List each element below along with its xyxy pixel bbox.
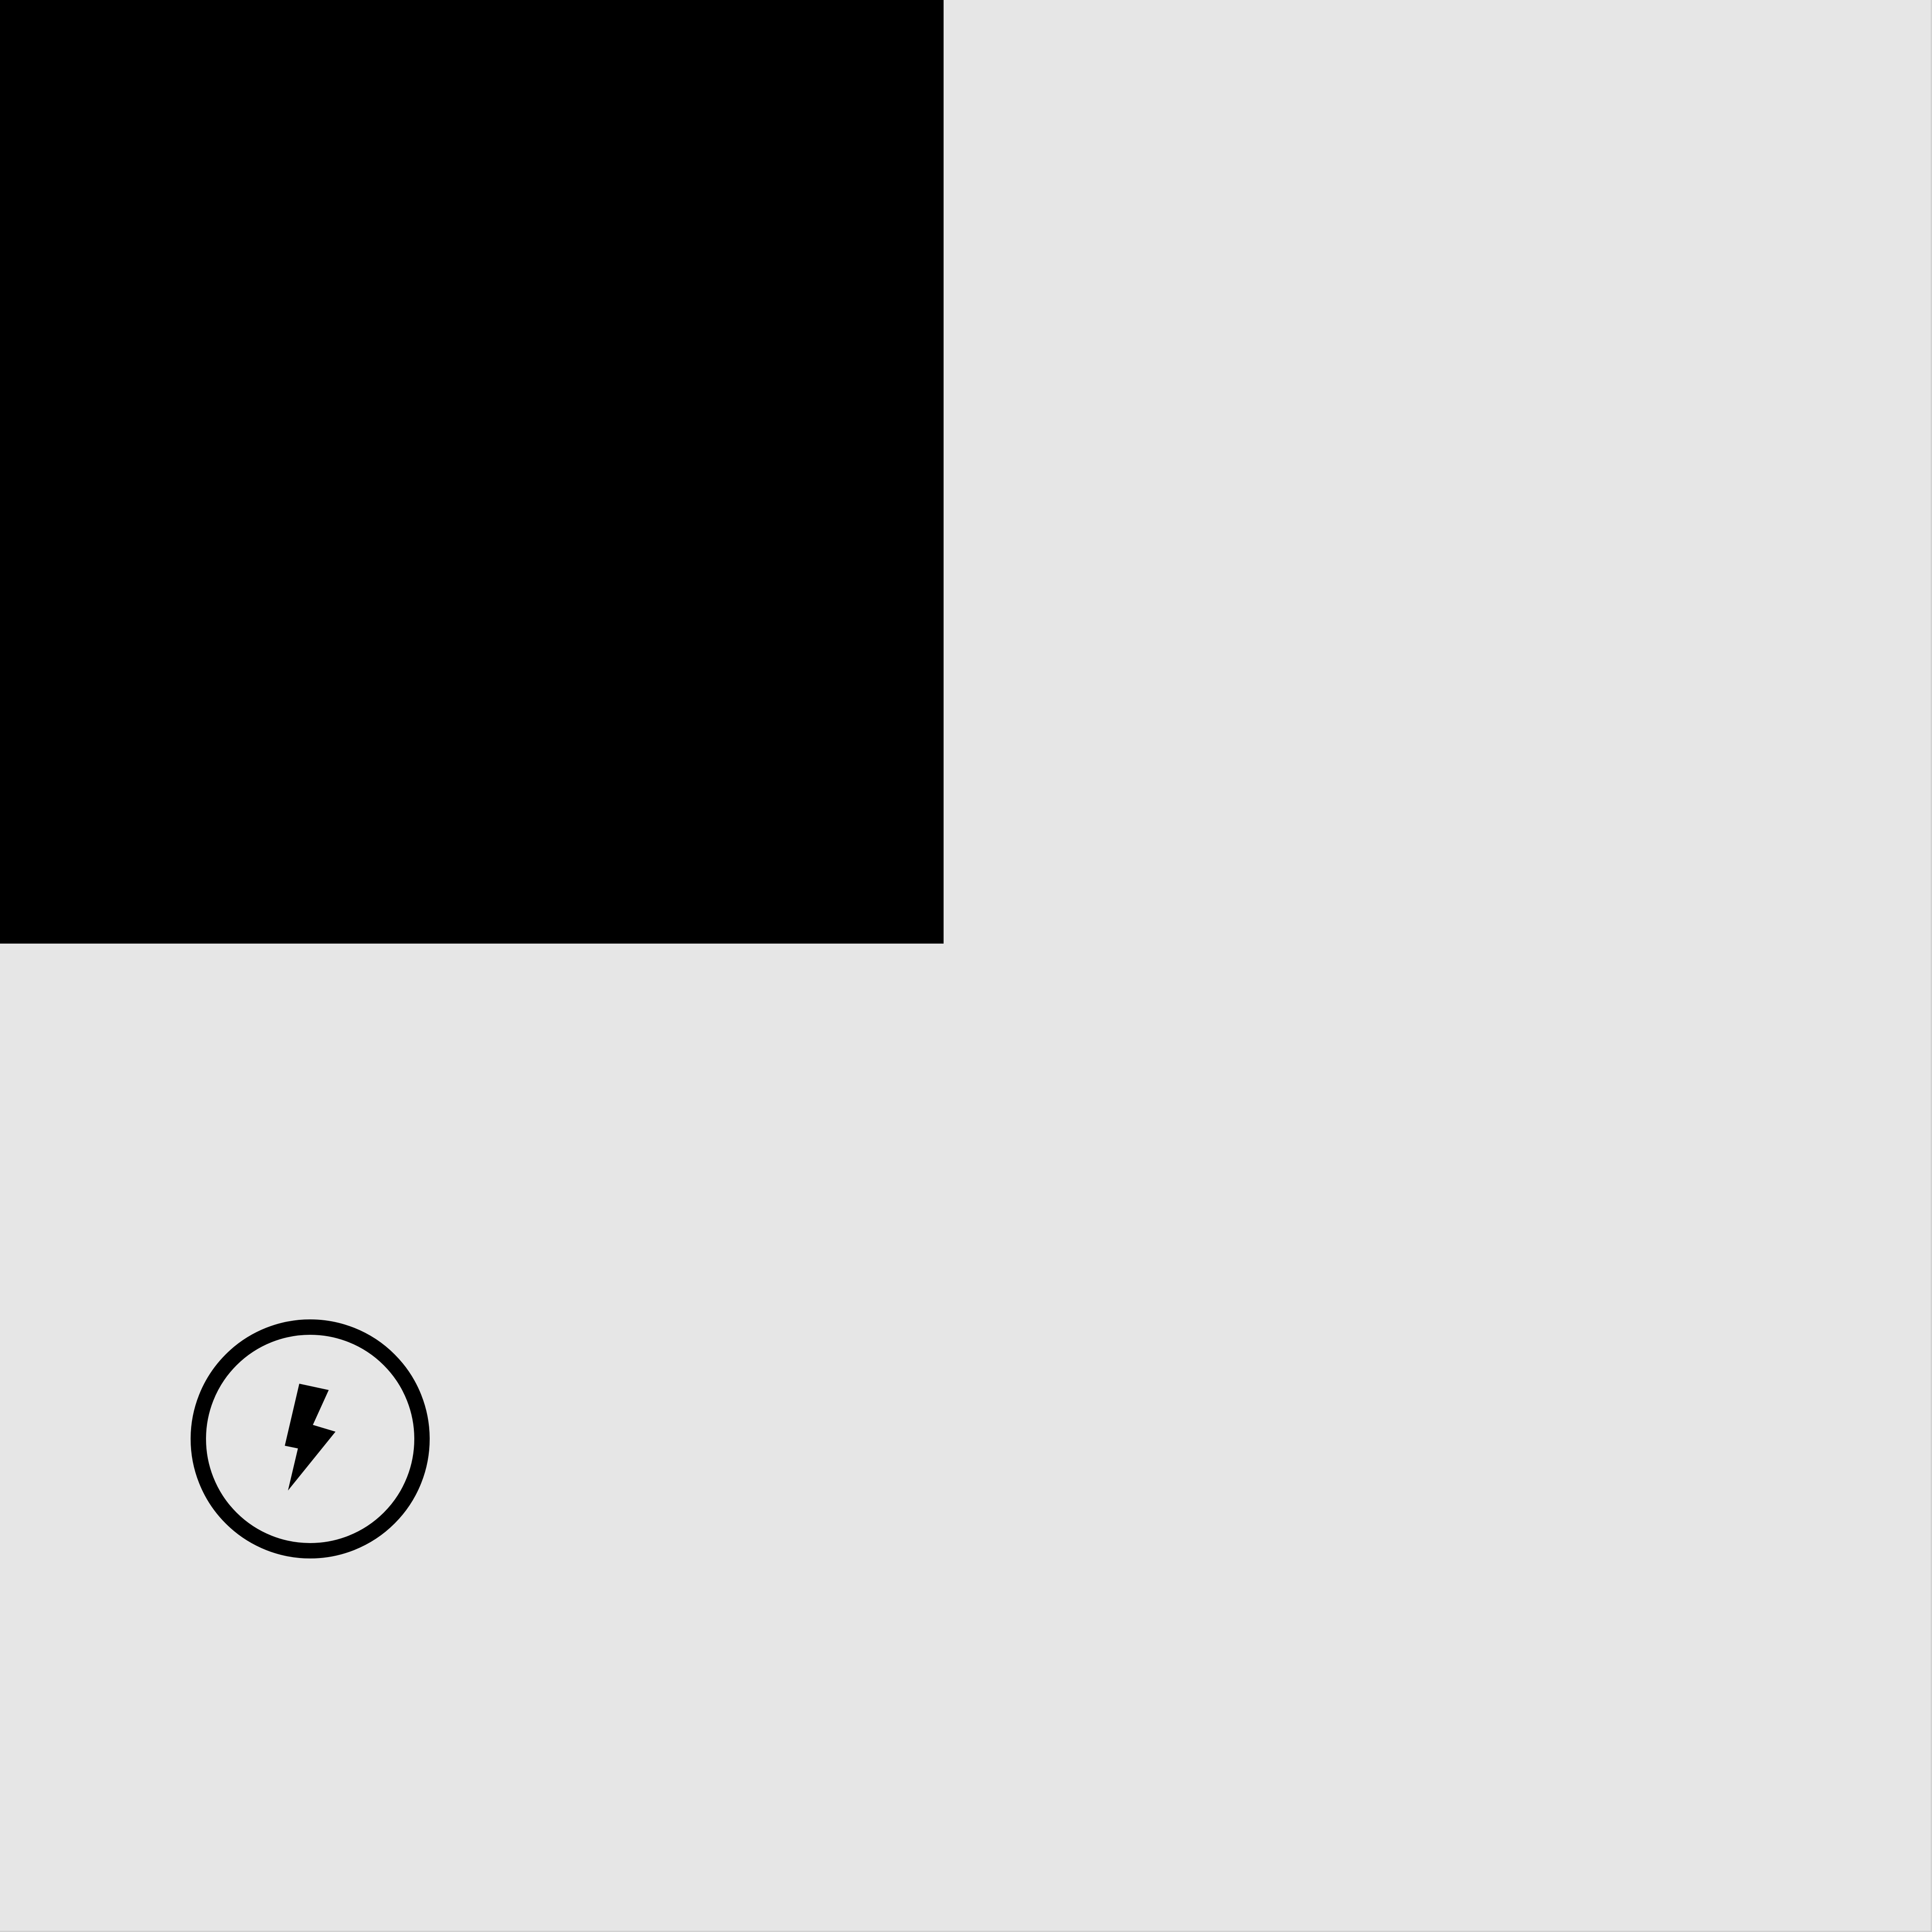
app-screen (0, 0, 1932, 1932)
camera-preview (0, 0, 944, 944)
flash-button[interactable] (190, 1319, 430, 1559)
lightning-bolt-icon (191, 1319, 430, 1558)
